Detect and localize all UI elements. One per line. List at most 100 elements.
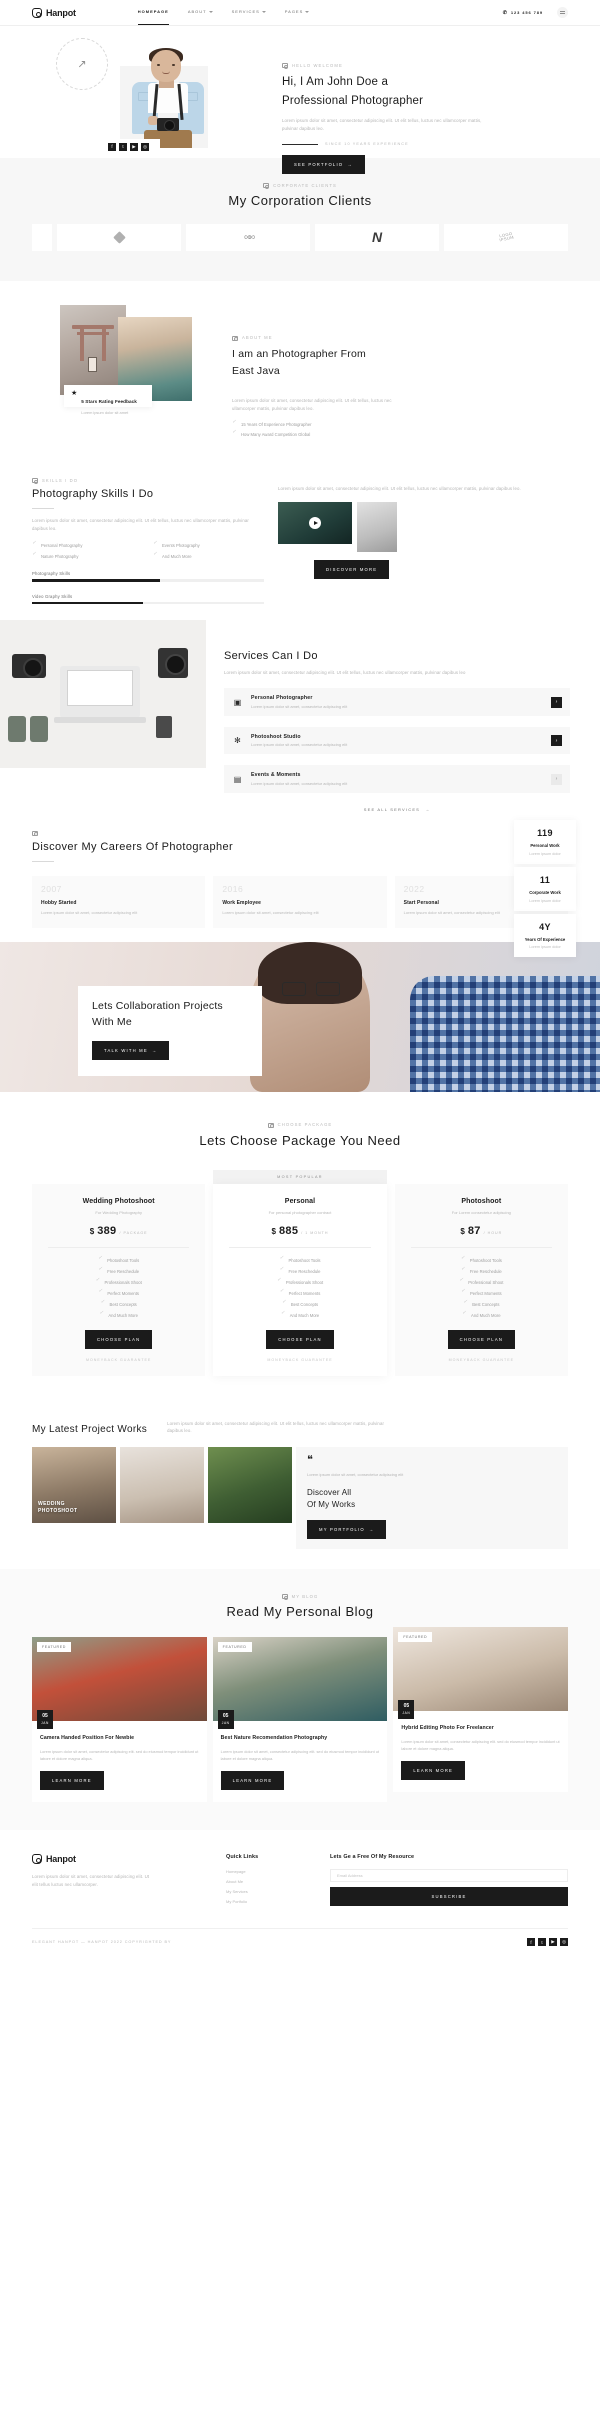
chevron-right-icon[interactable]: › <box>551 735 562 747</box>
chevron-right-icon[interactable]: › <box>551 773 562 785</box>
skill-item: Events Photography <box>153 540 264 548</box>
play-icon[interactable] <box>309 517 321 530</box>
blog-month: JAN <box>41 1721 49 1726</box>
service-sub: Lorem ipsum dolor sit amet, consectetur … <box>251 742 348 748</box>
camera-icon <box>263 182 270 189</box>
plan-feature: Best Concepts <box>463 1299 499 1307</box>
discover-more-button[interactable]: DISCOVER MORE <box>314 560 390 580</box>
clients-title: My Corporation Clients <box>228 193 372 208</box>
copyright-text: ELEGANT HANPOT — HANPOT 2022 COPYRIGHTED… <box>32 1940 172 1945</box>
pricing-eyebrow: CHOOSE PACKAGE <box>32 1122 568 1129</box>
subscribe-button[interactable]: SUBSCRIBE <box>330 1887 568 1907</box>
blog-section: MY BLOG Read My Personal Blog Featured 0… <box>0 1569 600 1831</box>
stat-sub: Lorem ipsum dolor <box>529 898 561 903</box>
about-content: ABOUT ME I am an Photographer From East … <box>232 311 568 437</box>
service-item-photoshoot-studio[interactable]: ✻ Photoshoot Studio Lorem ipsum dolor si… <box>224 726 570 755</box>
hero-social-links: f t ▶ ◎ <box>100 139 160 154</box>
check-icon <box>99 1310 104 1318</box>
logoipsum-icon: LOGO IPSUM <box>498 231 514 243</box>
footer-link-services[interactable]: My Services <box>226 1889 316 1894</box>
timeline-title: Work Employee <box>222 899 262 906</box>
footer-link-about[interactable]: About Me <box>226 1879 316 1884</box>
blog-card-2[interactable]: Featured 05 JAN Best Nature Recomendatio… <box>212 1637 388 1803</box>
see-portfolio-button[interactable]: SEE PORTFOLIO → <box>282 155 365 175</box>
blog-month: JAN <box>402 1711 411 1716</box>
footer-logo[interactable]: Hanpot <box>32 1854 212 1865</box>
choose-plan-button-photoshoot[interactable]: CHOOSE PLAN <box>447 1329 516 1349</box>
camera-icon <box>281 1593 288 1600</box>
service-item-personal-photographer[interactable]: ▣ Personal Photographer Lorem ipsum dolo… <box>224 688 570 716</box>
portfolio-item-3[interactable] <box>208 1447 292 1524</box>
instagram-icon[interactable]: ◎ <box>560 1938 568 1947</box>
about-title-line2: East Java <box>232 364 280 377</box>
youtube-icon[interactable]: ▶ <box>549 1938 557 1947</box>
brand-logo[interactable]: Hanpot <box>32 7 76 18</box>
blog-image: Featured 05 JAN <box>212 1637 388 1730</box>
collab-card: Lets Collaboration Projects With Me TALK… <box>78 985 262 1077</box>
about-eyebrow: ABOUT ME <box>232 335 568 342</box>
skill-bar-photography: Photography Skills <box>32 571 264 582</box>
plan-price: $ 87 / HOUR <box>407 1225 556 1237</box>
check-icon <box>277 1277 282 1285</box>
footer-link-homepage[interactable]: Homepage <box>226 1869 316 1874</box>
chevron-down-icon <box>208 10 213 13</box>
chevron-right-icon[interactable]: › <box>551 696 562 708</box>
client-logo-ooo: ∞∞ <box>186 223 310 251</box>
nav-item-services[interactable]: SERVICES <box>232 9 266 16</box>
plan-period: / PACKAGE <box>119 1230 148 1235</box>
skill-bar-videography: Video Graphy Skills <box>32 594 264 605</box>
plan-features: Photoshoot Tools Free Reschedule Profess… <box>225 1255 374 1318</box>
hero-title-line2: Professional Photographer <box>282 94 424 107</box>
pricing-cards: Wedding Photoshoot For Wedding Photograp… <box>32 1169 568 1376</box>
twitter-icon[interactable]: t <box>119 142 127 151</box>
facebook-icon[interactable]: f <box>108 142 116 151</box>
nav-label: PAGES <box>284 9 304 14</box>
blog-card-1[interactable]: Featured 05 JAN Camera Handed Position F… <box>32 1637 207 1803</box>
skill-item: Nature Photography <box>32 551 143 559</box>
nav-item-homepage[interactable]: HOMEPAGE <box>137 9 169 26</box>
newsletter-email-field[interactable]: Email Address <box>330 1869 568 1883</box>
plan-sub: For personal photographer contract <box>268 1209 332 1215</box>
choose-plan-button-wedding[interactable]: CHOOSE PLAN <box>84 1329 153 1349</box>
timeline-item: 2007 Hobby Started Lorem ipsum dolor sit… <box>32 875 206 928</box>
footer-link-portfolio[interactable]: My Portfolio <box>226 1899 316 1904</box>
instagram-icon[interactable]: ◎ <box>141 142 149 151</box>
plan-feature: Best Concepts <box>282 1299 318 1307</box>
pricing-card-wedding: Wedding Photoshoot For Wedding Photograp… <box>32 1183 206 1376</box>
camera-icon <box>32 830 38 837</box>
portfolio-item-wedding[interactable]: WEDDING PHOTOSHOOT <box>32 1447 116 1524</box>
learn-more-button-1[interactable]: LEARN MORE <box>40 1771 104 1791</box>
check-icon <box>96 1277 101 1285</box>
blog-title: Read My Personal Blog <box>226 1604 374 1620</box>
blog-card-3[interactable]: Featured 05 JAN Hybrid Editing Photo For… <box>393 1627 569 1793</box>
my-portfolio-button[interactable]: MY PORTFOLIO → <box>307 1520 387 1540</box>
learn-more-button-3[interactable]: LEARN MORE <box>401 1761 466 1781</box>
check-icon <box>232 429 237 437</box>
about-title-line1: I am an Photographer From <box>232 347 366 360</box>
divider <box>229 1246 371 1248</box>
talk-with-me-button[interactable]: TALK WITH ME → <box>92 1041 170 1061</box>
plan-currency: $ <box>89 1226 95 1236</box>
portfolio-item-2[interactable] <box>120 1447 204 1524</box>
check-icon <box>232 419 237 427</box>
portfolio-grid: WEDDING PHOTOSHOOT ❝ Lorem ipsum dolor s… <box>32 1447 568 1550</box>
facebook-icon[interactable]: f <box>527 1938 535 1947</box>
quote-icon: ❝ <box>307 1454 313 1467</box>
check-icon <box>98 1255 103 1263</box>
phone-link[interactable]: ✆ 123 456 789 <box>503 10 543 16</box>
client-logo-n: N <box>315 223 439 251</box>
learn-more-button-2[interactable]: LEARN MORE <box>220 1771 285 1791</box>
twitter-icon[interactable]: t <box>538 1938 546 1947</box>
check-icon <box>461 1266 466 1274</box>
menu-toggle-button[interactable] <box>557 7 568 18</box>
video-thumbnail[interactable] <box>278 502 352 545</box>
check-icon <box>98 1288 103 1296</box>
nav-item-about[interactable]: ABOUT <box>188 9 213 16</box>
blog-tag: Featured <box>398 1632 433 1643</box>
nav-item-pages[interactable]: PAGES <box>285 9 310 16</box>
youtube-icon[interactable]: ▶ <box>130 142 138 151</box>
check-icon <box>459 1277 464 1285</box>
service-item-events-moments[interactable]: ▤ Events & Moments Lorem ipsum dolor sit… <box>224 765 570 793</box>
choose-plan-button-personal[interactable]: CHOOSE PLAN <box>266 1329 334 1349</box>
stats-panel: 119 Personal Work Lorem ipsum dolor 11 C… <box>514 819 576 961</box>
